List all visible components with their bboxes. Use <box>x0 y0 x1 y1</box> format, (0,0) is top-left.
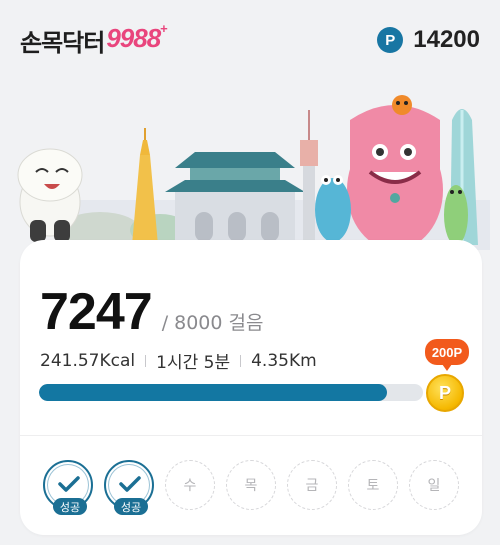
points-display[interactable]: P 14200 <box>377 26 480 54</box>
day-label: 토 <box>366 478 380 494</box>
card-divider <box>20 435 482 436</box>
checkmark-icon <box>119 476 141 492</box>
weekly-attendance: 성공 성공 수 목 금 토 일 <box>40 460 470 520</box>
day-label: 수 <box>183 478 197 494</box>
duration-value: 1시간 5분 <box>156 353 231 373</box>
success-label: 성공 <box>53 498 87 515</box>
day-label: 금 <box>305 478 319 494</box>
walk-card[interactable]: 7247 / 8000 걸음 241.57Kcal 1시간 5분 4.35Km … <box>20 240 482 535</box>
step-goal: / 8000 걸음 <box>161 312 264 334</box>
distance-value: 4.35Km <box>251 350 317 371</box>
walk-stats: 241.57Kcal 1시간 5분 4.35Km <box>40 348 317 374</box>
day-circle-5[interactable]: 토 <box>348 460 398 510</box>
divider <box>145 354 147 367</box>
app-header: 손목닥터 9988 + P 14200 <box>0 0 500 80</box>
checkmark-icon <box>58 476 80 492</box>
day-circle-6[interactable]: 일 <box>409 460 459 510</box>
city-illustration <box>0 80 500 250</box>
points-value: 14200 <box>413 26 480 53</box>
scenery-graphic <box>17 95 490 250</box>
day-circle-4[interactable]: 금 <box>287 460 337 510</box>
day-success-1[interactable]: 성공 <box>104 460 154 515</box>
day-label: 목 <box>244 478 258 494</box>
step-progress-bar <box>39 384 423 401</box>
calories-value: 241.57Kcal <box>40 350 136 371</box>
day-label: 일 <box>427 478 441 494</box>
step-count-row: 7247 / 8000 걸음 <box>40 282 263 342</box>
palace-icon <box>165 152 305 247</box>
logo-text: 손목닥터 <box>20 28 105 57</box>
tower-icon <box>132 128 158 245</box>
app-logo[interactable]: 손목닥터 9988 + <box>20 20 168 58</box>
day-circle-2[interactable]: 수 <box>165 460 215 510</box>
green-character <box>444 185 468 245</box>
points-icon: P <box>377 27 404 53</box>
day-circle-3[interactable]: 목 <box>226 460 276 510</box>
reward-badge: 200P <box>425 339 469 371</box>
day-success-0[interactable]: 성공 <box>43 460 93 515</box>
logo-number: 9988 <box>106 22 161 53</box>
divider <box>240 354 242 367</box>
pink-monster-character <box>347 95 443 250</box>
step-progress-fill <box>39 384 387 401</box>
logo-plus: + <box>160 20 168 36</box>
blue-monster-character <box>315 175 351 242</box>
reward-coin-icon[interactable]: P <box>426 374 464 412</box>
success-label: 성공 <box>114 498 148 515</box>
step-count: 7247 <box>40 283 153 341</box>
